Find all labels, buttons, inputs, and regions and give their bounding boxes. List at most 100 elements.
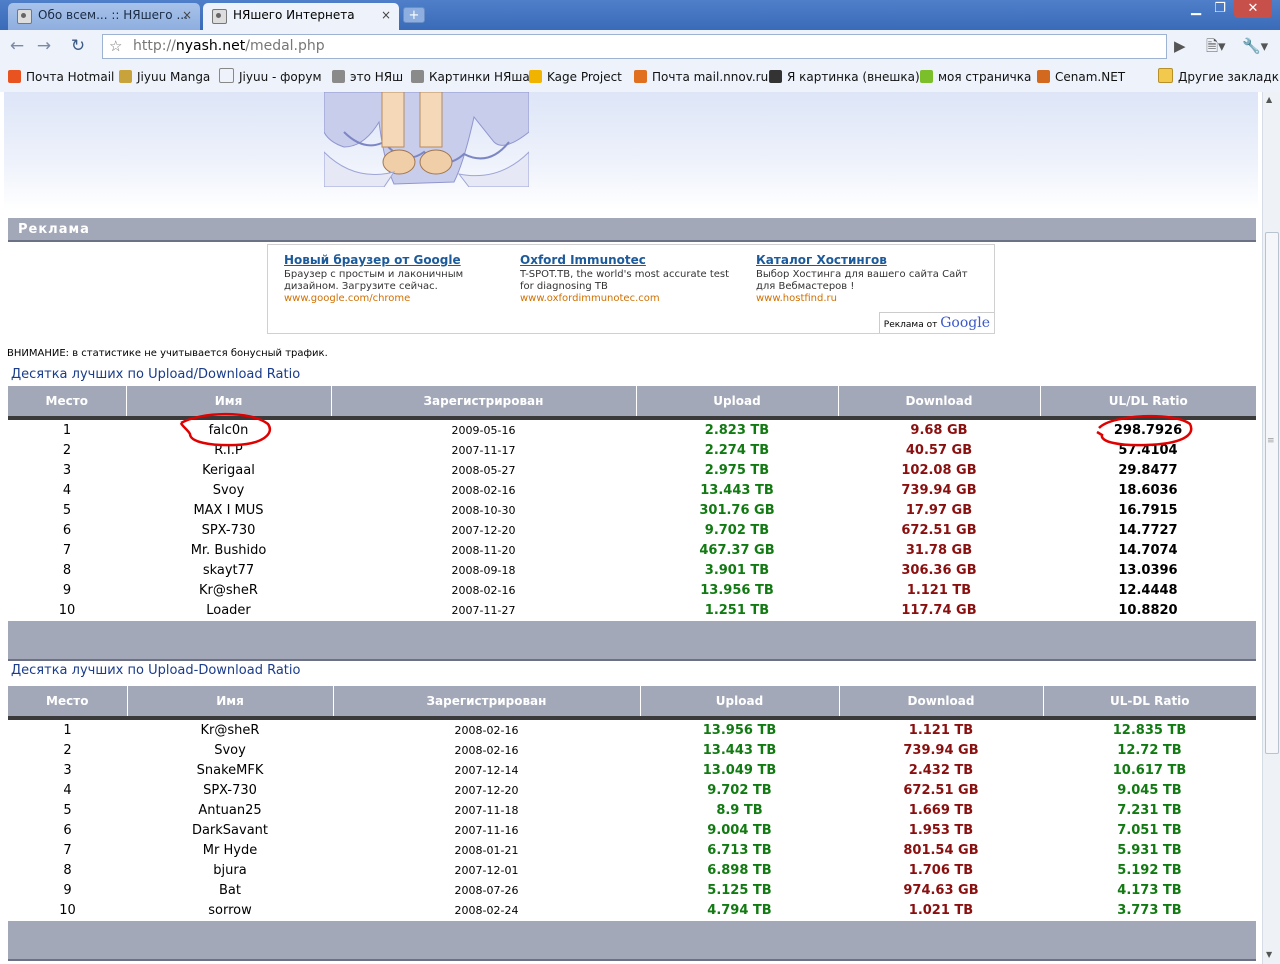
cell-name[interactable]: MAX I MUS — [126, 500, 331, 520]
cell-name[interactable]: Kr@sheR — [127, 718, 333, 740]
ad-text: Выбор Хостинга для вашего сайта Сайт для… — [756, 269, 968, 292]
cell-ratio: 12.835 TB — [1112, 722, 1187, 738]
table-header-row: Место Имя Зарегистрирован Upload Download UL-… — [8, 686, 1256, 720]
cell-name[interactable]: skayt77 — [126, 560, 331, 580]
cell-download: 9.68 GB — [910, 422, 968, 438]
url-path: /medal.php — [245, 38, 325, 54]
cell-name[interactable]: Loader — [126, 600, 331, 621]
ad-item[interactable]: Новый браузер от Google Браузер с просты… — [284, 254, 509, 305]
cell-name[interactable]: Mr. Bushido — [126, 540, 331, 560]
tab-close-icon[interactable]: × — [381, 3, 391, 27]
table-footer-bar — [8, 620, 1256, 661]
bookmark-jiyuu-manga[interactable]: Jiyuu Manga — [119, 68, 210, 86]
url-host: nyash.net — [175, 38, 246, 54]
cell-ratio: 9.045 TB — [1117, 782, 1182, 798]
vertical-scrollbar[interactable]: ▲ ≡ ▼ — [1262, 92, 1280, 964]
tab-forum[interactable]: Обо всем... :: НЯшего ... × — [8, 3, 200, 30]
bookmark-kartinka[interactable]: Я картинка (внешка) — [769, 68, 920, 86]
window-close-icon[interactable]: ✕ — [1234, 0, 1272, 18]
address-bar[interactable]: ☆ http://nyash.net/medal.php — [102, 34, 1167, 59]
bookmark-3-icon — [332, 70, 345, 83]
cell-name[interactable]: Kerigaal — [126, 460, 331, 480]
cell-name[interactable]: falc0n — [126, 418, 331, 440]
ad-item[interactable]: Oxford Immunotec T-SPOT.TB, the world's … — [520, 254, 745, 305]
cell-name[interactable]: SnakeMFK — [127, 760, 333, 780]
ad-item[interactable]: Каталог Хостингов Выбор Хостинга для ваш… — [756, 254, 981, 305]
cell-place: 8 — [63, 862, 72, 878]
cell-name[interactable]: SPX-730 — [126, 520, 331, 540]
cell-name[interactable]: Svoy — [126, 480, 331, 500]
cell-place: 5 — [63, 802, 72, 818]
new-tab-button[interactable]: + — [403, 7, 425, 23]
ad-title[interactable]: Oxford Immunotec — [520, 254, 745, 266]
cell-name[interactable]: Bat — [127, 880, 333, 900]
ad-url[interactable]: www.google.com/chrome — [284, 293, 509, 305]
column-header-ratio: UL-DL Ratio — [1042, 686, 1256, 720]
cell-ratio: 57.4104 — [1118, 442, 1178, 458]
scrollbar-thumb[interactable] — [1265, 232, 1279, 754]
table1-title[interactable]: Десятка лучших по Upload/Download Ratio — [11, 367, 300, 382]
table2-title[interactable]: Десятка лучших по Upload-Download Ratio — [11, 663, 300, 678]
cell-name[interactable]: SPX-730 — [127, 780, 333, 800]
bookmark-label: Я картинка (внешка) — [787, 70, 920, 84]
cell-registered: 2008-10-30 — [451, 503, 516, 517]
ad-url[interactable]: www.hostfind.ru — [756, 293, 981, 305]
cell-registered: 2007-12-20 — [451, 523, 516, 537]
maximize-icon[interactable]: ❐ — [1208, 0, 1232, 18]
bookmark-kartinki[interactable]: Картинки НЯша — [411, 68, 530, 86]
bookmark-cenam[interactable]: Cenam.NET — [1037, 68, 1125, 86]
cell-name[interactable]: bjura — [127, 860, 333, 880]
scroll-down-arrow-icon[interactable]: ▼ — [1266, 950, 1272, 959]
back-arrow-icon[interactable]: ← — [6, 35, 28, 57]
cell-name[interactable]: R.I.P — [126, 440, 331, 460]
cell-registered: 2007-11-17 — [451, 443, 516, 457]
bookmark-star-icon[interactable]: ☆ — [109, 35, 122, 58]
ad-url[interactable]: www.oxfordimmunotec.com — [520, 293, 745, 305]
bookmark-1-icon — [119, 70, 132, 83]
bookmark-6-icon — [634, 70, 647, 83]
ad-title[interactable]: Новый браузер от Google — [284, 254, 509, 266]
table-header-row: Место Имя Зарегистрирован Upload Download UL/… — [8, 386, 1256, 420]
go-arrow-icon[interactable]: ▶ — [1174, 35, 1186, 57]
forward-arrow-icon[interactable]: → — [33, 35, 55, 57]
ad-title[interactable]: Каталог Хостингов — [756, 254, 981, 266]
wrench-menu-icon[interactable]: 🔧▾ — [1242, 35, 1268, 57]
column-header-registered: Зарегистрирован — [332, 686, 640, 720]
reload-icon[interactable]: ↻ — [67, 35, 89, 57]
cell-name[interactable]: DarkSavant — [127, 820, 333, 840]
cell-download: 2.432 TB — [908, 762, 974, 778]
cell-name[interactable]: sorrow — [127, 900, 333, 921]
bookmark-jiyuu-forum[interactable]: Jiyuu - форум — [219, 68, 322, 86]
cell-registered: 2007-11-27 — [451, 603, 516, 617]
ad-text: T-SPOT.TB, the world's most accurate tes… — [520, 269, 730, 292]
tab-medal-page[interactable]: НЯшего Интернета × — [203, 3, 399, 30]
cell-place: 4 — [62, 482, 72, 498]
scroll-up-arrow-icon[interactable]: ▲ — [1266, 95, 1272, 104]
site-favicon-icon — [212, 9, 227, 24]
bookmark-0-icon — [8, 70, 21, 83]
cell-place: 9 — [62, 582, 72, 598]
cell-name[interactable]: Antuan25 — [127, 800, 333, 820]
cell-name[interactable]: Svoy — [127, 740, 333, 760]
other-bookmarks[interactable]: Другие закладки — [1158, 68, 1280, 86]
cell-upload: 8.9 TB — [716, 802, 763, 818]
bookmark-moya-stranichka[interactable]: моя страничка — [920, 68, 1031, 86]
cell-place: 7 — [63, 842, 72, 858]
minimize-icon[interactable]: ▁ — [1184, 0, 1208, 18]
cell-upload: 301.76 GB — [699, 502, 775, 518]
cell-download: 1.669 TB — [908, 802, 974, 818]
bookmark-label: Почта mail.nnov.ru — [652, 70, 769, 84]
page-menu-icon[interactable]: 🗎▾ — [1206, 35, 1226, 57]
cell-download: 1.953 TB — [908, 822, 974, 838]
bookmark-mail-nnov[interactable]: Почта mail.nnov.ru — [634, 68, 768, 86]
cell-place: 2 — [62, 442, 72, 458]
ads-by-google[interactable]: Реклама от Google — [878, 312, 994, 333]
cell-name[interactable]: Kr@sheR — [126, 580, 331, 600]
bookmark-eto-nyash[interactable]: это НЯш — [332, 68, 403, 86]
bookmark-hotmail[interactable]: Почта Hotmail — [8, 68, 114, 86]
bookmark-kage-project[interactable]: Kage Project — [529, 68, 622, 86]
tab-close-icon[interactable]: × — [182, 3, 192, 27]
cell-name[interactable]: Mr Hyde — [127, 840, 333, 860]
cell-upload: 13.049 TB — [702, 762, 777, 778]
table-row: 3 SnakeMFK 2007-12-14 13.049 TB 2.432 TB 10.6… — [8, 760, 1256, 780]
